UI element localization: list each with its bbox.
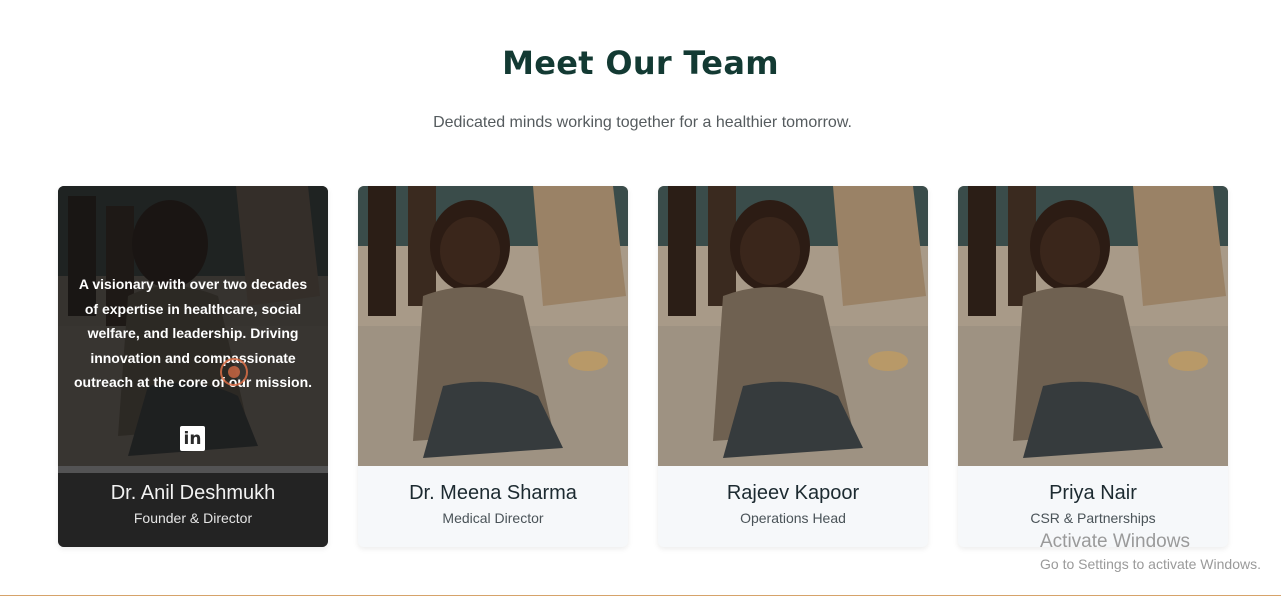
- team-member-photo: [958, 186, 1228, 466]
- team-member-name: Priya Nair: [1049, 482, 1137, 504]
- team-member-photo: [358, 186, 628, 466]
- team-member-bio: A visionary with over two decades of exp…: [73, 276, 313, 390]
- cursor-dot: [228, 366, 240, 378]
- page-subtitle: Dedicated minds working together for a h…: [433, 114, 852, 131]
- team-member-role: CSR & Partnerships: [1030, 510, 1156, 526]
- team-member-role: Medical Director: [442, 510, 544, 526]
- linkedin-icon[interactable]: in: [180, 426, 205, 451]
- team-card-rajeev-kapoor[interactable]: Rajeev Kapoor Operations Head: [658, 186, 928, 547]
- team-member-role: Founder & Director: [133, 510, 253, 526]
- page-title: Meet Our Team: [502, 44, 779, 82]
- team-member-name: Dr. Meena Sharma: [409, 482, 577, 504]
- team-member-photo: [658, 186, 928, 466]
- team-member-name: Rajeev Kapoor: [726, 482, 860, 504]
- team-card-meena-sharma[interactable]: Dr. Meena Sharma Medical Director: [358, 186, 628, 547]
- activate-windows-hint: Go to Settings to activate Windows.: [1040, 556, 1261, 572]
- team-card-priya-nair[interactable]: Priya Nair CSR & Partnerships: [958, 186, 1228, 547]
- team-member-role: Operations Head: [740, 510, 846, 526]
- team-member-name: Dr. Anil Deshmukh: [110, 482, 276, 504]
- team-card-anil-deshmukh[interactable]: A visionary with over two decades of exp…: [58, 186, 328, 547]
- activate-windows-title: Activate Windows: [1040, 531, 1190, 552]
